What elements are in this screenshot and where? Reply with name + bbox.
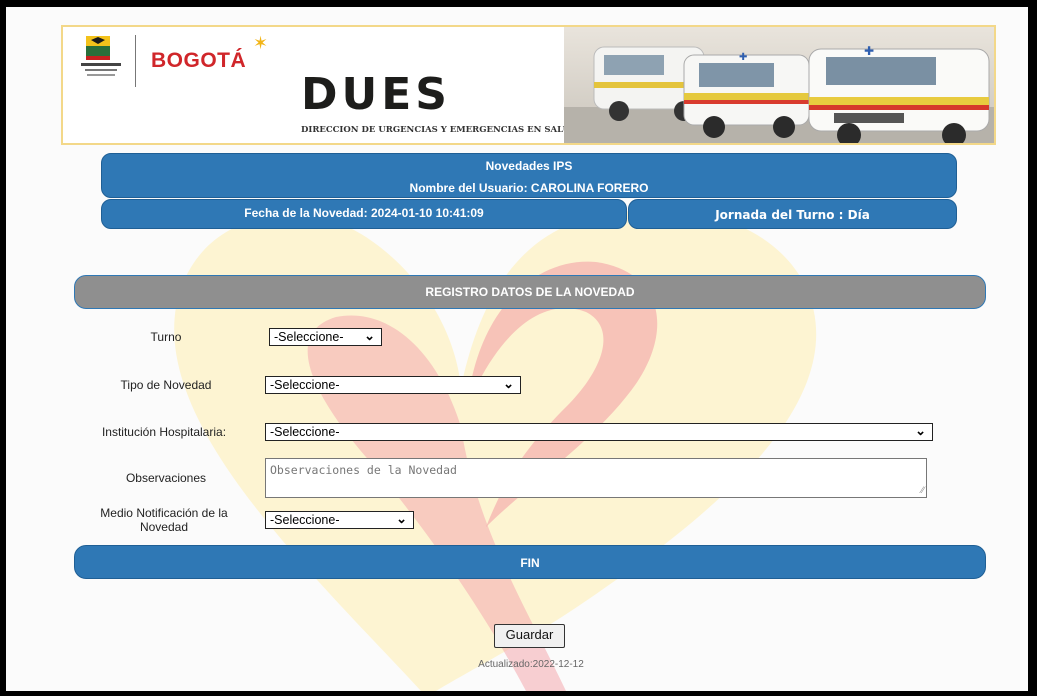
save-button[interactable]: Guardar (494, 624, 565, 648)
bogota-logo-text: BOGOTÁ (151, 49, 247, 72)
page-frame: BOGOTÁ ✶ DUES DIRECCION DE URGENCIAS Y E… (6, 7, 1028, 691)
medio-notificacion-select-value: -Seleccione- (270, 513, 340, 527)
dues-title: DUES (301, 69, 451, 120)
city-shield-icon (86, 36, 110, 60)
shield-caption-mark (81, 63, 121, 76)
turno-select-value: -Seleccione- (274, 330, 344, 344)
observaciones-label: Observaciones (125, 471, 207, 485)
institucion-label: Institución Hospitalaria: (101, 425, 227, 439)
tipo-novedad-select[interactable]: -Seleccione- ⌄ (265, 376, 521, 394)
dues-subtitle: DIRECCION DE URGENCIAS Y EMERGENCIAS EN … (301, 125, 578, 135)
page-title: Novedades IPS (485, 159, 573, 173)
svg-text:✚: ✚ (739, 52, 747, 63)
section-title-bar: REGISTRO DATOS DE LA NOVEDAD (74, 275, 986, 309)
chevron-down-icon: ⌄ (396, 511, 407, 526)
observaciones-placeholder: Observaciones de la Novedad (270, 463, 457, 477)
star-icon: ✶ (253, 33, 269, 53)
ambulances-photo: ✚ ✚ (564, 27, 994, 143)
observaciones-textarea[interactable]: Observaciones de la Novedad ⁄⁄ (265, 458, 927, 498)
medio-notificacion-label: Medio Notificación de la Novedad (84, 506, 244, 534)
ips-header-bar: Novedades IPS Nombre del Usuario: CAROLI… (101, 153, 957, 198)
tipo-novedad-label: Tipo de Novedad (120, 378, 212, 392)
chevron-down-icon: ⌄ (503, 376, 514, 391)
logo-divider (135, 35, 136, 87)
tipo-novedad-select-value: -Seleccione- (270, 378, 340, 392)
turno-label: Turno (150, 330, 182, 344)
user-name: Nombre del Usuario: CAROLINA FORERO (409, 181, 649, 195)
chevron-down-icon: ⌄ (915, 423, 926, 438)
resize-handle-icon[interactable]: ⁄⁄ (921, 485, 924, 496)
turno-select[interactable]: -Seleccione- ⌄ (269, 328, 382, 346)
novelty-date: Fecha de la Novedad: 2024-01-10 10:41:09 (101, 199, 627, 229)
svg-text:✚: ✚ (864, 44, 874, 58)
medio-notificacion-label-line1: Medio Notificación de la (100, 506, 228, 520)
fin-bar: FIN (74, 545, 986, 579)
updated-date: Actualizado:2022-12-12 (478, 659, 584, 670)
medio-notificacion-select[interactable]: -Seleccione- ⌄ (265, 511, 414, 529)
institucion-select-value: -Seleccione- (270, 425, 340, 439)
header-banner: BOGOTÁ ✶ DUES DIRECCION DE URGENCIAS Y E… (61, 25, 996, 145)
shift-period: Jornada del Turno : Día (628, 199, 957, 229)
chevron-down-icon: ⌄ (364, 328, 375, 343)
medio-notificacion-label-line2: Novedad (139, 520, 189, 534)
institucion-select[interactable]: -Seleccione- ⌄ (265, 423, 933, 441)
